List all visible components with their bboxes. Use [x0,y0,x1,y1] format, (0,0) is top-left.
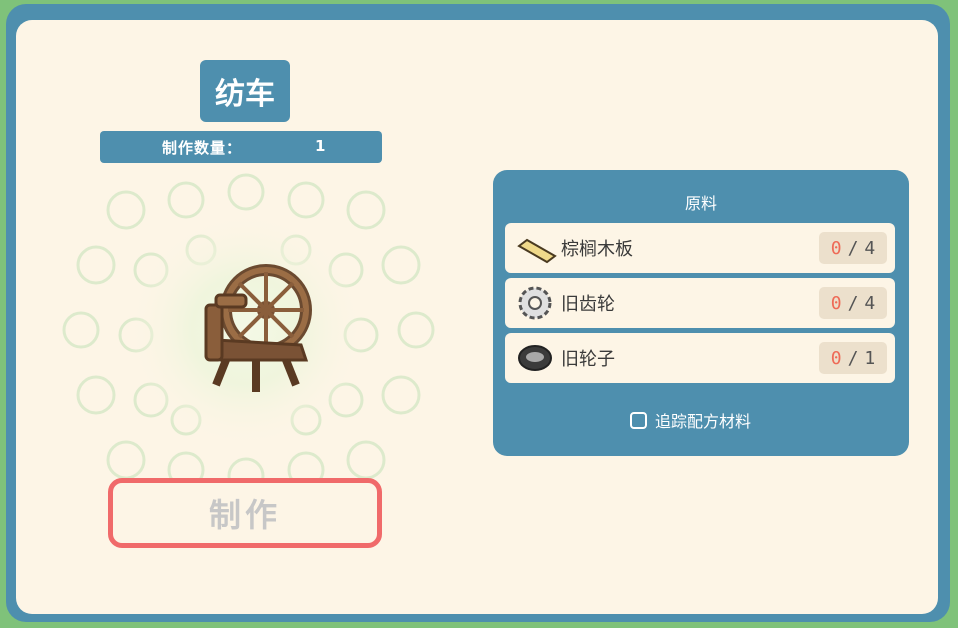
track-label: 追踪配方材料 [655,412,752,431]
materials-panel: 原料 棕榈木板 0 / 4 旧齿轮 0 / 4 旧轮子 0 / 1 追踪配方材料 [493,170,909,456]
material-name: 棕榈木板 [561,239,633,260]
palm-plank-icon [517,238,557,264]
item-title: 纺车 [200,60,290,122]
track-recipe-toggle[interactable]: 追踪配方材料 [630,408,751,432]
old-gear-icon [518,286,552,320]
material-row[interactable]: 旧轮子 0 / 1 [505,333,895,383]
material-name: 旧齿轮 [561,294,615,315]
quantity-label: 制作数量： [162,139,243,157]
item-preview [62,173,435,495]
materials-header: 原料 [684,194,717,213]
material-name: 旧轮子 [561,349,615,370]
material-row[interactable]: 棕榈木板 0 / 4 [505,223,895,273]
old-wheel-icon [518,345,552,371]
crafting-panel: 纺车 制作数量： 1 制作 原料 棕榈木板 0 / 4 旧齿轮 0 / 4 旧轮… [16,20,938,614]
craft-button[interactable]: 制作 [108,478,382,548]
material-count: 0 / 1 [819,342,887,374]
quantity-value[interactable]: 1 [315,137,325,155]
material-row[interactable]: 旧齿轮 0 / 4 [505,278,895,328]
material-count: 0 / 4 [819,287,887,319]
quantity-bar: 制作数量： 1 [100,131,382,163]
track-checkbox[interactable] [630,411,647,429]
material-count: 0 / 4 [819,232,887,264]
